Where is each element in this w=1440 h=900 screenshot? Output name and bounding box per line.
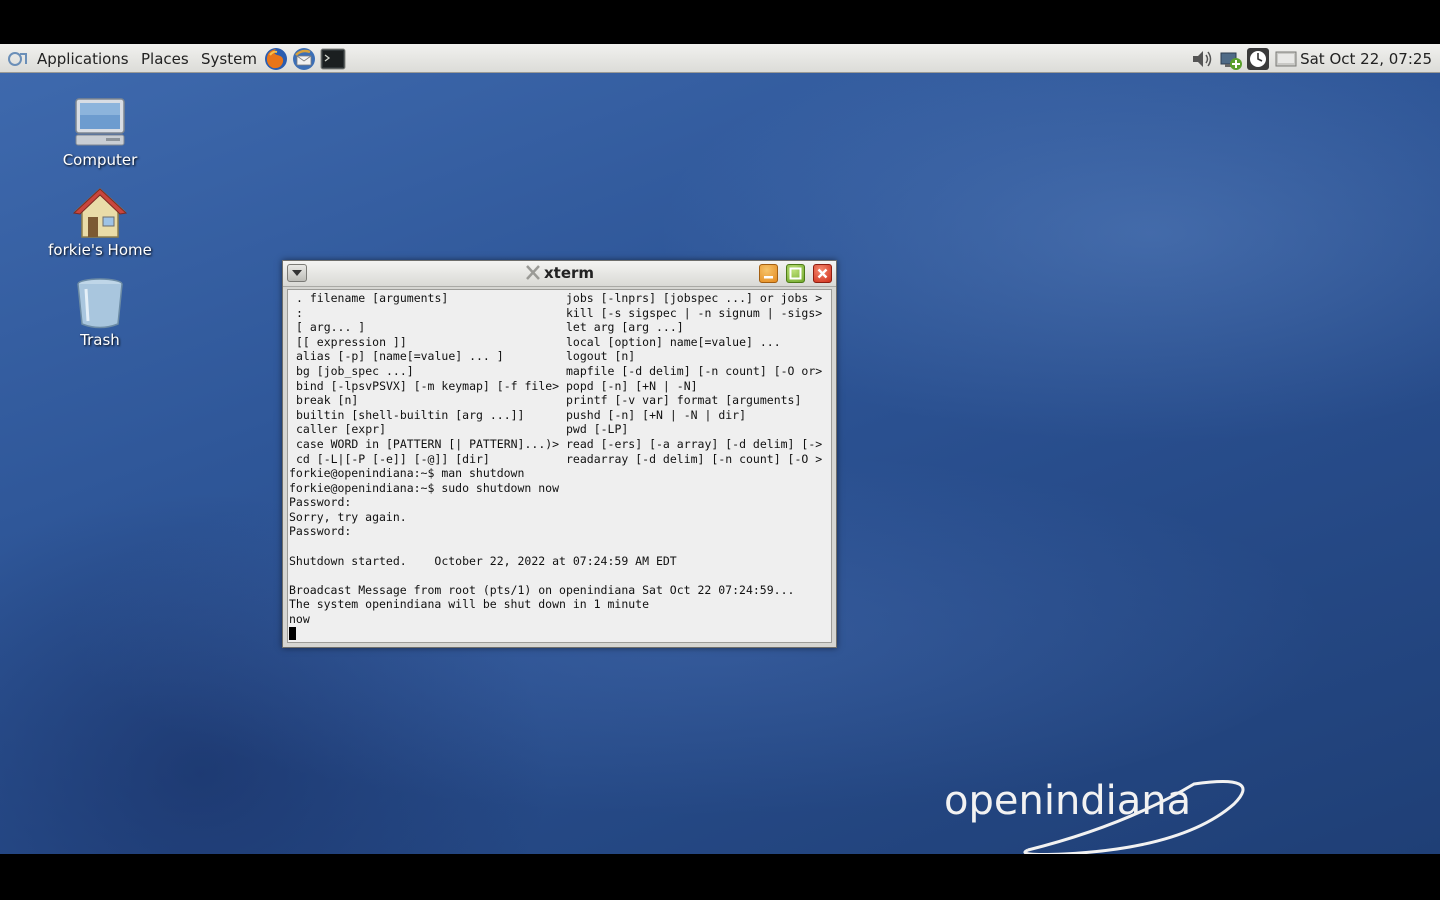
network-update-icon[interactable] (1219, 47, 1243, 71)
volume-icon[interactable] (1190, 47, 1214, 71)
terminal-line: pwd [-LP] (566, 422, 629, 437)
window-title: xterm (543, 264, 595, 282)
xterm-window[interactable]: xterm . filename [arguments]:[ arg... ][… (282, 260, 837, 648)
terminal-line: cd [-L|[-P [-e]] [-@]] [dir] (296, 451, 490, 466)
computer-icon (75, 98, 125, 146)
minimize-icon (764, 276, 773, 279)
terminal-line: readarray [-d delim] [-n count] [-O > (566, 451, 823, 466)
firefox-launcher-icon[interactable] (264, 47, 288, 71)
panel-clock[interactable]: Sat Oct 22, 07:25 (1300, 48, 1432, 70)
terminal-line: printf [-v var] format [arguments] (566, 393, 802, 408)
terminal-line: [ arg... ] (296, 320, 366, 335)
terminal-line: popd [-n] [+N | -N] (566, 378, 698, 393)
terminal-cursor-line (289, 626, 794, 642)
terminal-line: mapfile [-d delim] [-n count] [-O or> (566, 363, 823, 378)
help-column-left: . filename [arguments]:[ arg... ][[ expr… (296, 291, 559, 466)
desktop-icon-label: forkie's Home (48, 241, 152, 259)
terminal-line: bg [job_spec ...] (296, 363, 414, 378)
desktop-icon-trash[interactable]: Trash (35, 277, 165, 349)
terminal-line: forkie@openindiana:~$ man shutdown (289, 466, 525, 480)
terminal-line: break [n] (296, 393, 359, 408)
minimize-button[interactable] (759, 264, 778, 283)
home-folder-icon (72, 187, 128, 238)
terminal-line: . filename [arguments] (296, 291, 449, 305)
terminal-launcher-icon[interactable] (320, 48, 346, 70)
maximize-icon (789, 267, 802, 280)
menu-system[interactable]: System (199, 48, 259, 70)
close-icon (817, 268, 828, 279)
terminal-line: let arg [arg ...] (566, 320, 684, 335)
trash-icon (77, 278, 123, 329)
terminal-line: [[ expression ]] (296, 334, 407, 349)
terminal-line: forkie@openindiana:~$ sudo shutdown now (289, 480, 560, 495)
desktop[interactable]: Computer forkie's Home Trash openindiana (0, 73, 1440, 854)
clock-applet-icon[interactable] (1246, 47, 1270, 71)
menu-applications[interactable]: Applications (35, 48, 131, 70)
terminal-line: kill [-s sigspec | -n signum | -sigs> (566, 305, 823, 320)
maximize-button[interactable] (786, 264, 805, 283)
terminal-line: Password: (289, 495, 352, 510)
xterm-app-icon (526, 265, 540, 280)
terminal-line: now (289, 611, 310, 626)
bottom-letterbox (0, 854, 1440, 900)
screen: Computer forkie's Home Trash openindiana (0, 0, 1440, 900)
desktop-icon-label: Computer (62, 151, 138, 169)
window-titlebar[interactable]: xterm (283, 261, 836, 287)
close-button[interactable] (813, 264, 832, 283)
terminal-line: The system openindiana will be shut down… (289, 597, 650, 612)
terminal-line: bind [-lpsvPSVX] [-m keymap] [-f file> (296, 378, 560, 393)
help-column-right: jobs [-lnprs] [jobspec ...] or jobs > kil… (566, 291, 822, 466)
desktop-icon-label: Trash (80, 331, 120, 349)
terminal-line: Password: (289, 524, 352, 539)
terminal-line: Sorry, try again. (289, 509, 407, 524)
terminal-line: jobs [-lnprs] [jobspec ...] or jobs > (566, 291, 823, 305)
terminal-line: Shutdown started. October 22, 2022 at 07… (289, 553, 677, 568)
top-panel: Applications Places System Sat Oct 22, 0… (0, 44, 1440, 73)
terminal-line: logout [n] (566, 349, 636, 364)
menu-places[interactable]: Places (139, 48, 191, 70)
terminal-output[interactable]: . filename [arguments]:[ arg... ][[ expr… (287, 289, 832, 643)
terminal-line: case WORD in [PATTERN [| PATTERN]...)> (296, 436, 560, 451)
terminal-line: : (296, 305, 303, 320)
terminal-line: builtin [shell-builtin [arg ...]] (296, 407, 525, 422)
terminal-cursor (289, 626, 296, 640)
terminal-line: caller [expr] (296, 422, 387, 437)
terminal-line: local [option] name[=value] ... (566, 334, 781, 349)
terminal-session: forkie@openindiana:~$ man shutdown forkie… (289, 466, 794, 641)
desktop-icon-home[interactable]: forkie's Home (35, 187, 165, 259)
display-icon[interactable] (1274, 47, 1298, 71)
openindiana-menu-icon[interactable] (6, 49, 30, 69)
desktop-icon-computer[interactable]: Computer (35, 97, 165, 169)
terminal-line: read [-ers] [-a array] [-d delim] [-> (566, 436, 823, 451)
terminal-line: pushd [-n] [+N | -N | dir] (566, 407, 747, 422)
terminal-line: alias [-p] [name[=value] ... ] (296, 349, 504, 364)
terminal-line: Broadcast Message from root (pts/1) on o… (289, 582, 795, 597)
logo-swoosh (1023, 780, 1245, 854)
thunderbird-launcher-icon[interactable] (292, 47, 316, 71)
openindiana-logo: openindiana (944, 778, 1254, 854)
